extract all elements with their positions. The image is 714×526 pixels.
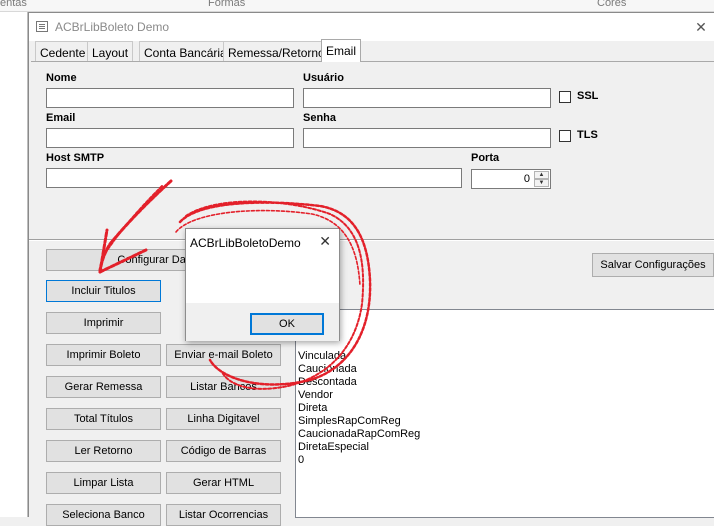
- list-item: Direta: [298, 402, 328, 414]
- close-icon[interactable]: ✕: [319, 233, 331, 250]
- background-column-label: Formas: [208, 0, 246, 9]
- list-item: CaucionadaRapComReg: [298, 428, 421, 440]
- message-dialog: ACBrLibBoletoDemo ✕ OK: [185, 228, 340, 341]
- list-item: Vendor: [298, 389, 333, 401]
- list-item: Caucionada: [298, 363, 357, 375]
- background-column-label: Cores: [597, 0, 627, 9]
- usuario-input[interactable]: [303, 88, 551, 108]
- email-input[interactable]: [46, 128, 294, 148]
- results-list[interactable]: Vinculada Caucionada Descontada Vendor D…: [295, 309, 714, 518]
- tab-cedente[interactable]: Cedente: [35, 41, 91, 61]
- enviar-email-boleto-button[interactable]: Enviar e-mail Boleto: [166, 344, 281, 366]
- nome-input[interactable]: [46, 88, 294, 108]
- seleciona-banco-button[interactable]: Seleciona Banco: [46, 504, 161, 526]
- senha-label: Senha: [303, 112, 337, 124]
- incluir-titulos-button[interactable]: Incluir Titulos: [46, 280, 161, 302]
- porta-spin-input[interactable]: 0 ▲ ▼: [471, 169, 551, 189]
- app-icon: [36, 21, 48, 32]
- limpar-lista-button[interactable]: Limpar Lista: [46, 472, 161, 494]
- ler-retorno-button[interactable]: Ler Retorno: [46, 440, 161, 462]
- listar-bancos-button[interactable]: Listar Bancos: [166, 376, 281, 398]
- gerar-html-button[interactable]: Gerar HTML: [166, 472, 281, 494]
- background-app-header: entas Formas Cores: [0, 0, 714, 12]
- gerar-remessa-button[interactable]: Gerar Remessa: [46, 376, 161, 398]
- list-item: SimplesRapComReg: [298, 415, 401, 427]
- imprimir-button[interactable]: Imprimir: [46, 312, 161, 334]
- host-smtp-input[interactable]: [46, 168, 462, 188]
- background-column-label: entas: [0, 0, 27, 9]
- porta-label: Porta: [471, 152, 500, 164]
- ssl-label: SSL: [577, 90, 599, 102]
- salvar-configuracoes-button[interactable]: Salvar Configurações: [592, 253, 714, 277]
- main-window: ACBrLibBoleto Demo ✕ Cedente Layout Cont…: [28, 12, 714, 526]
- list-item: 0: [298, 454, 305, 466]
- dialog-title: ACBrLibBoletoDemo: [190, 236, 301, 250]
- tls-checkbox[interactable]: [559, 130, 571, 142]
- listar-ocorrencias-button[interactable]: Listar Ocorrencias: [166, 504, 281, 526]
- imprimir-boleto-button[interactable]: Imprimir Boleto: [46, 344, 161, 366]
- total-titulos-button[interactable]: Total Títulos: [46, 408, 161, 430]
- codigo-de-barras-button[interactable]: Código de Barras: [166, 440, 281, 462]
- close-icon[interactable]: ✕: [689, 17, 713, 37]
- host-smtp-label: Host SMTP: [46, 152, 105, 164]
- list-item: Descontada: [298, 376, 357, 388]
- spin-up-icon[interactable]: ▲: [534, 171, 549, 179]
- linha-digitavel-button[interactable]: Linha Digitavel: [166, 408, 281, 430]
- ssl-checkbox[interactable]: [559, 91, 571, 103]
- usuario-label: Usuário: [303, 72, 344, 84]
- list-item: DiretaEspecial: [298, 441, 369, 453]
- tab-email[interactable]: Email: [321, 39, 362, 62]
- ok-button[interactable]: OK: [250, 313, 324, 335]
- tab-layout[interactable]: Layout: [87, 41, 134, 61]
- window-title: ACBrLibBoleto Demo: [55, 20, 170, 34]
- section-divider: [29, 239, 714, 241]
- tab-conta-bancaria[interactable]: Conta Bancária: [139, 41, 232, 61]
- title-bar[interactable]: ACBrLibBoleto Demo ✕: [29, 13, 714, 41]
- background-app-panel: [0, 12, 28, 517]
- email-label: Email: [46, 112, 76, 124]
- nome-label: Nome: [46, 72, 77, 84]
- porta-value: 0: [523, 173, 530, 185]
- senha-input[interactable]: [303, 128, 551, 148]
- tab-remessa-retorno[interactable]: Remessa/Retorno: [223, 41, 330, 61]
- spin-down-icon[interactable]: ▼: [534, 179, 549, 187]
- list-item: Vinculada: [298, 350, 347, 362]
- tls-label: TLS: [577, 129, 598, 141]
